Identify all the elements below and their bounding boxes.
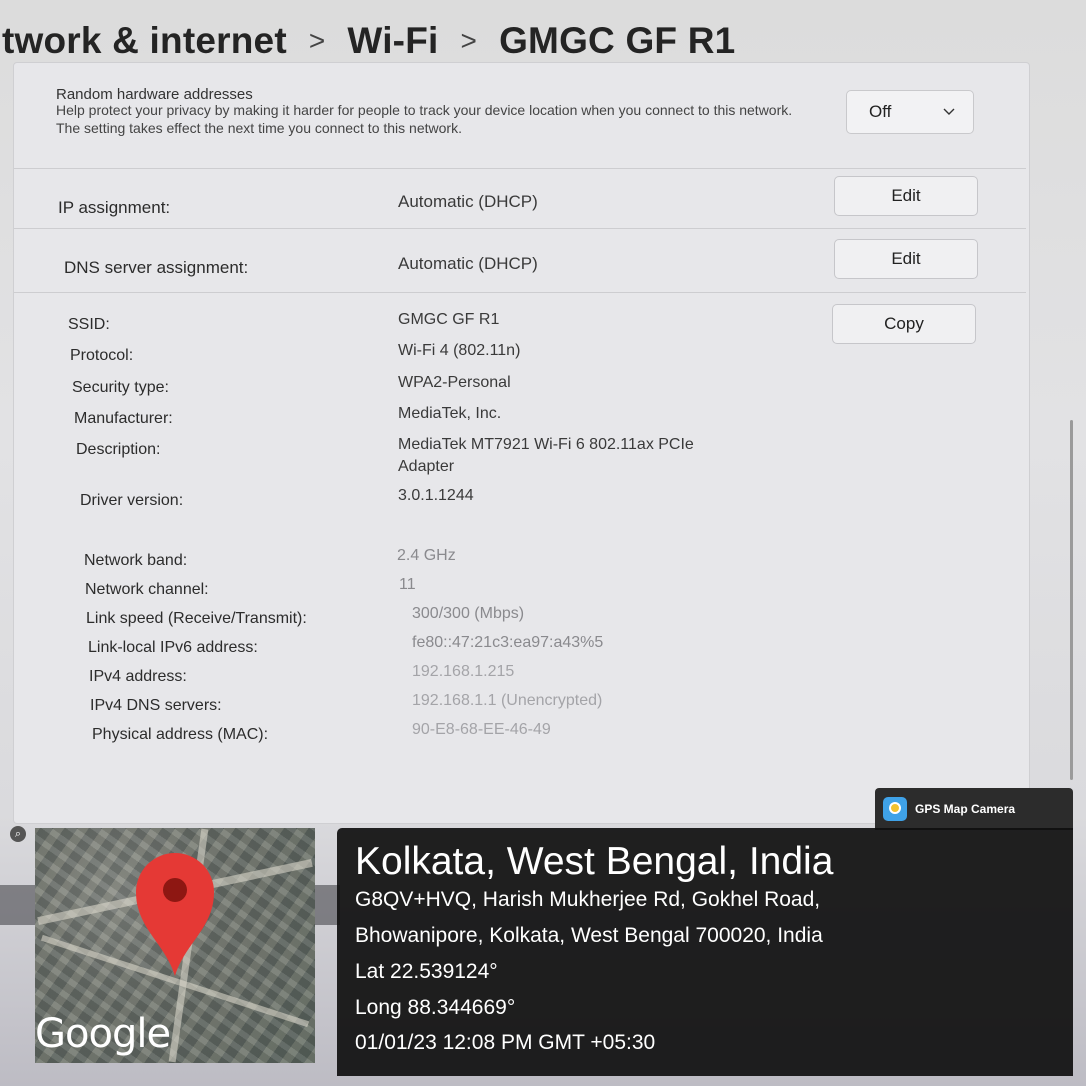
gps-map-camera-logo [883,797,907,821]
protocol-label: Protocol: [70,347,134,364]
ssid-value: GMGC GF R1 [398,311,500,328]
gps-latitude: Lat 22.539124° [355,960,498,983]
ssid-label: SSID: [68,316,110,333]
driver-version-value: 3.0.1.1244 [398,487,474,504]
random-hw-description: Help protect your privacy by making it h… [56,102,793,136]
dns-assignment-value: Automatic (DHCP) [398,254,538,273]
security-type-label: Security type: [72,379,169,396]
ip-assignment-value: Automatic (DHCP) [398,192,538,211]
chevron-down-icon [943,108,955,115]
breadcrumb-wifi[interactable]: Wi-Fi [347,20,438,62]
link-speed-label: Link speed (Receive/Transmit): [86,610,307,627]
ipv4-label: IPv4 address: [89,668,187,685]
breadcrumb-separator-icon: > [308,25,326,56]
ipv4-dns-value: 192.168.1.1 (Unencrypted) [412,692,603,709]
protocol-value: Wi-Fi 4 (802.11n) [398,342,521,359]
random-hw-dropdown[interactable]: Off [846,90,974,134]
breadcrumb-network-name: GMGC GF R1 [499,20,736,61]
scrollbar[interactable] [1070,420,1073,780]
ip-edit-button[interactable]: Edit [834,176,978,216]
gps-city: Kolkata, West Bengal, India [355,840,834,883]
description-value: MediaTek MT7921 Wi-Fi 6 802.11ax PCIe [398,436,694,453]
manufacturer-label: Manufacturer: [74,410,173,427]
description-label: Description: [76,441,161,458]
breadcrumb-separator-icon: > [460,25,478,56]
gps-address-line2: Bhowanipore, Kolkata, West Bengal 700020… [355,924,823,947]
gps-timestamp: 01/01/23 12:08 PM GMT +05:30 [355,1031,656,1054]
google-logo: Google [35,1011,171,1057]
ipv4-value: 192.168.1.215 [412,663,515,680]
breadcrumb-network[interactable]: twork & internet [2,20,287,62]
map-thumbnail: Google [35,828,315,1063]
map-pin-icon [136,853,214,976]
gps-app-badge: GPS Map Camera [875,788,1073,830]
link-speed-value: 300/300 (Mbps) [412,605,525,622]
driver-version-label: Driver version: [80,492,184,509]
gps-address-line1: G8QV+HVQ, Harish Mukherjee Rd, Gokhel Ro… [355,888,821,911]
search-icon: ⌕ [10,826,26,842]
manufacturer-value: MediaTek, Inc. [398,405,502,422]
copy-button[interactable]: Copy [832,304,976,344]
network-channel-value: 11 [399,576,416,593]
random-hw-value: Off [869,102,892,121]
ipv4-dns-label: IPv4 DNS servers: [90,697,222,714]
ipv6-value: fe80::47:21c3:ea97:a43%5 [412,634,604,651]
gps-longitude: Long 88.344669° [355,996,516,1019]
network-band-label: Network band: [84,552,188,569]
dns-assignment-label: DNS server assignment: [64,258,249,277]
network-band-value: 2.4 GHz [397,547,456,564]
dns-edit-button[interactable]: Edit [834,239,978,279]
ipv6-label: Link-local IPv6 address: [88,639,258,656]
network-channel-label: Network channel: [85,581,209,598]
divider [14,292,1026,293]
mac-label: Physical address (MAC): [92,726,269,743]
ip-assignment-label: IP assignment: [58,198,171,217]
gps-overlay: Kolkata, West Bengal, India G8QV+HVQ, Ha… [337,828,1073,1076]
mac-value: 90-E8-68-EE-46-49 [412,721,551,738]
divider [14,228,1026,229]
description-value-cont: Adapter [398,458,455,475]
divider [14,168,1026,169]
security-type-value: WPA2-Personal [398,374,511,391]
gps-app-name: GPS Map Camera [915,802,1016,816]
